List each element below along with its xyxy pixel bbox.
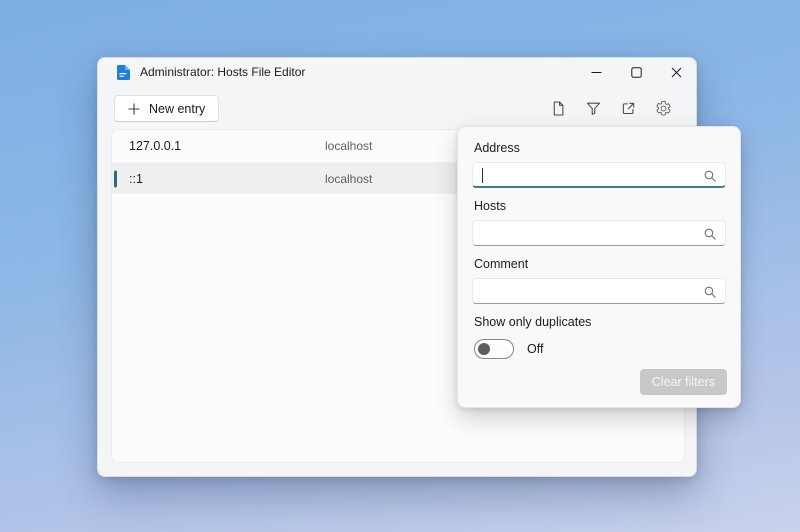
maximize-button[interactable] <box>616 58 656 86</box>
minimize-button[interactable] <box>576 58 616 86</box>
new-entry-button[interactable]: New entry <box>114 95 219 122</box>
filter-flyout: Address Hosts Comment Show only duplicat… <box>457 126 741 408</box>
address-filter-box <box>472 162 726 188</box>
show-only-duplicates-label: Show only duplicates <box>474 315 726 329</box>
toggle-state-label: Off <box>527 342 543 356</box>
search-icon[interactable] <box>703 169 717 183</box>
entry-address: ::1 <box>129 172 325 186</box>
search-icon[interactable] <box>703 227 717 241</box>
open-external-icon[interactable] <box>614 95 643 122</box>
address-filter-label: Address <box>474 141 726 155</box>
hosts-filter-label: Hosts <box>474 199 726 213</box>
address-filter-input[interactable] <box>473 163 725 186</box>
entry-address: 127.0.0.1 <box>129 139 325 153</box>
settings-gear-icon[interactable] <box>649 95 678 122</box>
duplicates-toggle-row: Off <box>474 339 726 359</box>
search-icon[interactable] <box>703 285 717 299</box>
hosts-filter-box <box>472 220 726 246</box>
entry-hosts: localhost <box>325 172 372 186</box>
comment-filter-box <box>472 278 726 304</box>
plus-icon <box>128 103 140 115</box>
new-file-icon[interactable] <box>544 95 573 122</box>
comment-filter-label: Comment <box>474 257 726 271</box>
close-button[interactable] <box>656 58 696 86</box>
app-document-icon <box>116 65 130 80</box>
hosts-filter-input[interactable] <box>473 221 725 245</box>
clear-filters-button[interactable]: Clear filters <box>640 369 727 395</box>
filter-icon[interactable] <box>579 95 608 122</box>
toolbar-icon-group <box>544 95 680 122</box>
text-cursor <box>482 168 483 183</box>
titlebar: Administrator: Hosts File Editor <box>98 58 696 86</box>
toggle-knob <box>478 343 490 355</box>
flyout-footer: Clear filters <box>640 369 727 395</box>
window-controls <box>576 58 696 86</box>
toolbar: New entry <box>98 86 696 122</box>
selection-indicator <box>114 170 117 187</box>
window-title: Administrator: Hosts File Editor <box>140 65 305 79</box>
entry-hosts: localhost <box>325 139 372 153</box>
comment-filter-input[interactable] <box>473 279 725 303</box>
new-entry-label: New entry <box>149 102 205 116</box>
duplicates-toggle[interactable] <box>474 339 514 359</box>
